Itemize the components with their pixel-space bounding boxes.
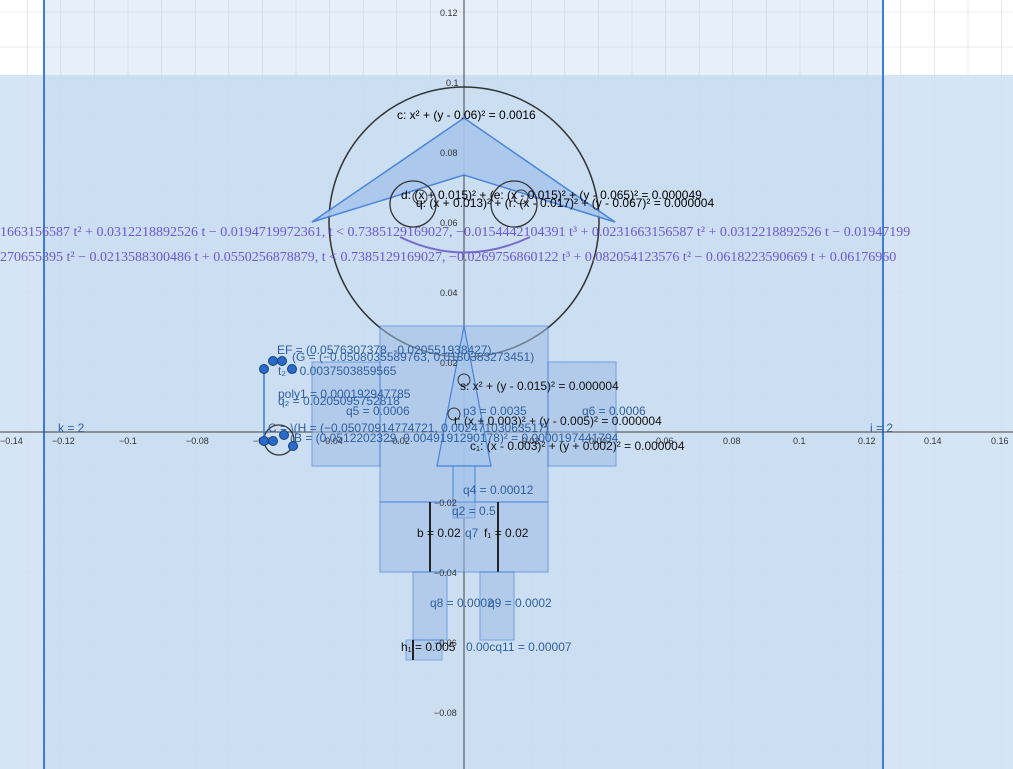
label-i[interactable]: i = 2 — [870, 421, 893, 435]
label-q4[interactable]: q4 = 0.00012 — [463, 483, 533, 497]
x-tick-label: 0.08 — [723, 436, 741, 446]
label-k[interactable]: k = 2 — [58, 421, 84, 435]
graphing-canvas[interactable]: −0.14 −0.12 −0.1 −0.08 −0.06 −0.04 −0.02… — [0, 0, 1013, 769]
point-t2[interactable] — [287, 364, 297, 374]
x-tick-label: −0.08 — [186, 436, 209, 446]
label-h1[interactable]: h₁ = 0.005 — [401, 640, 455, 654]
curve-equation-2[interactable]: 270655395 t² − 0.0213588300486 t + 0.055… — [0, 250, 896, 266]
curve-equation-1[interactable]: 1663156587 t² + 0.0312218892526 t − 0.01… — [0, 225, 910, 241]
y-tick-label: −0.04 — [434, 568, 457, 578]
y-tick-label: 0.04 — [440, 288, 458, 298]
label-g[interactable]: (G = (−0.0508035589763, 0.0180383273451) — [292, 350, 534, 364]
x-tick-label: 0.14 — [924, 436, 942, 446]
label-b[interactable]: b = 0.02 — [417, 526, 461, 540]
label-f1[interactable]: f₁ = 0.02 — [484, 526, 528, 540]
y-tick-label: 0.1 — [446, 78, 459, 88]
label-c[interactable]: c: x² + (y - 0.06)² = 0.0016 — [397, 108, 536, 122]
x-tick-label: 0.16 — [991, 436, 1009, 446]
label-q2[interactable]: q2 = 0.5 — [452, 504, 496, 518]
point-a[interactable] — [279, 430, 289, 440]
label-q9[interactable]: q9 = 0.0002 — [488, 596, 552, 610]
point-h[interactable] — [268, 436, 278, 446]
y-tick-label: −0.08 — [434, 708, 457, 718]
point-b[interactable] — [288, 441, 298, 451]
label-q[interactable]: q: (x + 0.013)² + (r: (x - 0.017)² + (y … — [416, 196, 714, 210]
x-tick-label: −0.12 — [52, 436, 75, 446]
x-tick-label: 0.1 — [793, 436, 806, 446]
label-q7[interactable]: q7 — [465, 526, 478, 540]
label-q8[interactable]: q8 = 0.0002 — [430, 596, 494, 610]
x-tick-label: 0.12 — [858, 436, 876, 446]
point-g[interactable] — [259, 364, 269, 374]
label-s[interactable]: s: x² + (y - 0.015)² = 0.000004 — [460, 379, 619, 393]
label-c1[interactable]: c₁: (x - 0.003)² + (y + 0.002)² = 0.0000… — [470, 439, 685, 453]
label-q5[interactable]: q5 = 0.0006 — [346, 404, 410, 418]
point-f[interactable] — [277, 356, 287, 366]
label-q10-q11[interactable]: 0.00cq11 = 0.00007 — [466, 640, 572, 654]
x-tick-label: −0.14 — [0, 436, 23, 446]
x-tick-label: −0.1 — [119, 436, 137, 446]
y-tick-label: 0.12 — [440, 8, 458, 18]
y-tick-label: 0.08 — [440, 148, 458, 158]
